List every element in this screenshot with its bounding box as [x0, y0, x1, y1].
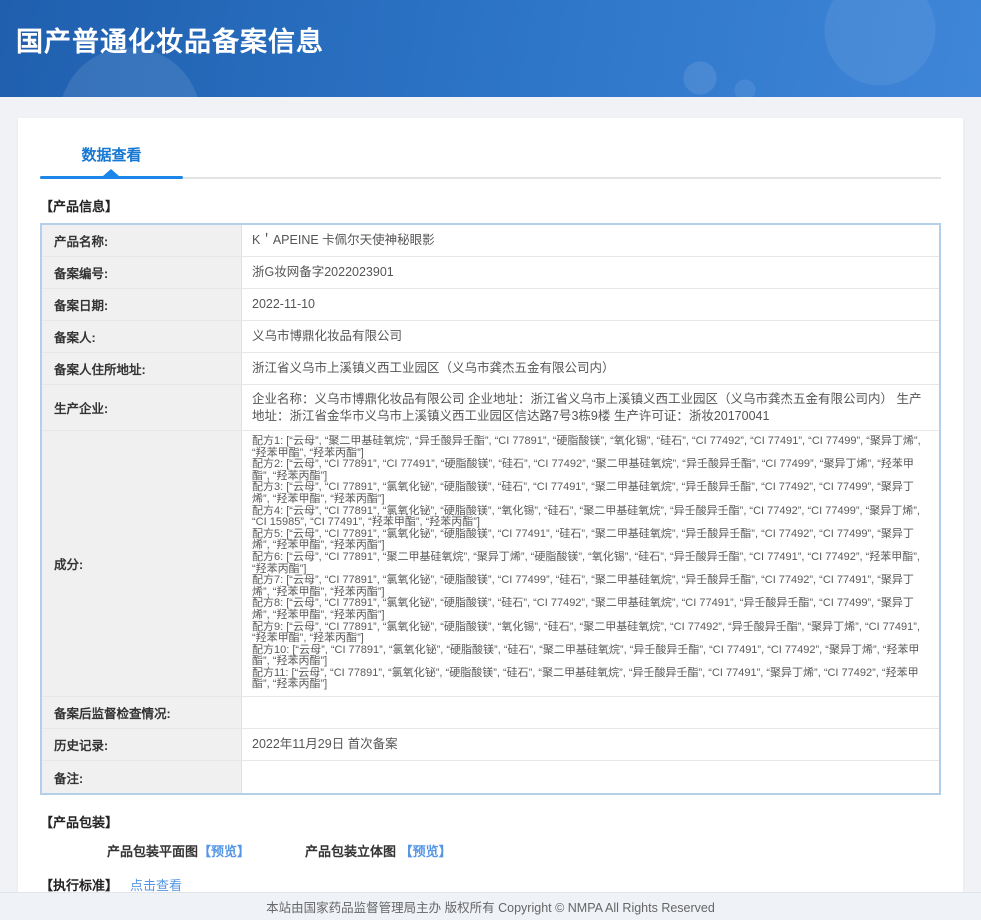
standard-view-link[interactable]: 点击查看: [130, 878, 182, 892]
row-value: 浙G妆网备字2022023901: [242, 257, 939, 288]
standard-section: 【执行标准】点击查看: [40, 875, 941, 892]
row-value: [242, 697, 939, 728]
packaging-plan-label: 产品包装平面图: [107, 844, 198, 859]
formula-line: 配方7: [“云母”, “CI 77891”, “氯氧化铋”, “硬脂酸镁”, …: [252, 575, 929, 598]
page-title: 国产普通化妆品备案信息: [0, 0, 981, 59]
page-header-banner: 国产普通化妆品备案信息: [0, 0, 981, 97]
product-info-table: 产品名称: K＇APEINE 卡佩尔天使神秘眼影 备案编号: 浙G妆网备字202…: [40, 223, 941, 795]
row-label: 备案日期:: [42, 289, 242, 320]
section-title-packaging: 【产品包装】: [40, 812, 941, 831]
table-row-supervision: 备案后监督检查情况:: [42, 697, 939, 729]
table-row-product-name: 产品名称: K＇APEINE 卡佩尔天使神秘眼影: [42, 225, 939, 257]
footer-copyright-text: 本站由国家药品监督管理局主办 版权所有 Copyright © NMPA All…: [266, 897, 715, 916]
formula-line: 配方9: [“云母”, “CI 77891”, “氯氧化铋”, “硬脂酸镁”, …: [252, 622, 929, 645]
section-title-standard: 【执行标准】: [40, 878, 118, 892]
tab-caret-icon: [103, 169, 119, 176]
formula-line: 配方1: [“云母”, “聚二甲基硅氧烷”, “异壬酸异壬酯”, “CI 778…: [252, 436, 929, 459]
row-label: 产品名称:: [42, 225, 242, 256]
table-row-manufacturer: 生产企业: 企业名称：义乌市博鼎化妆品有限公司 企业地址：浙江省义乌市上溪镇义西…: [42, 385, 939, 431]
content-card: 数据查看 【产品信息】 产品名称: K＇APEINE 卡佩尔天使神秘眼影 备案编…: [18, 118, 963, 892]
packaging-plan-preview-link[interactable]: 【预览】: [198, 844, 250, 859]
page-footer: 本站由国家药品监督管理局主办 版权所有 Copyright © NMPA All…: [0, 892, 981, 920]
tab-underline-track: [40, 177, 941, 179]
formula-line: 配方2: [“云母”, “CI 77891”, “CI 77491”, “硬脂酸…: [252, 459, 929, 482]
tab-data-view[interactable]: 数据查看: [40, 144, 183, 165]
row-value: 浙江省义乌市上溪镇义西工业园区（义乌市龚杰五金有限公司内）: [242, 353, 939, 384]
row-label: 历史记录:: [42, 729, 242, 760]
tab-active-underline: [40, 176, 183, 179]
row-value: 2022-11-10: [242, 289, 939, 320]
table-row-record-number: 备案编号: 浙G妆网备字2022023901: [42, 257, 939, 289]
content-area: 数据查看 【产品信息】 产品名称: K＇APEINE 卡佩尔天使神秘眼影 备案编…: [0, 97, 981, 892]
formula-line: 配方6: [“云母”, “CI 77891”, “聚二甲基硅氧烷”, “聚异丁烯…: [252, 552, 929, 575]
row-label: 备案后监督检查情况:: [42, 697, 242, 728]
row-label: 成分:: [42, 431, 242, 696]
table-row-ingredients: 成分: 配方1: [“云母”, “聚二甲基硅氧烷”, “异壬酸异壬酯”, “CI…: [42, 431, 939, 697]
row-value: [242, 761, 939, 793]
table-row-registrant: 备案人: 义乌市博鼎化妆品有限公司: [42, 321, 939, 353]
table-row-record-date: 备案日期: 2022-11-10: [42, 289, 939, 321]
section-title-product-info: 【产品信息】: [40, 196, 941, 215]
formula-line: 配方5: [“云母”, “CI 77891”, “氯氧化铋”, “硬脂酸镁”, …: [252, 529, 929, 552]
row-label: 生产企业:: [42, 385, 242, 430]
packaging-stereo-preview-link[interactable]: 【预览】: [400, 844, 452, 859]
row-label: 备注:: [42, 761, 242, 793]
row-value: K＇APEINE 卡佩尔天使神秘眼影: [242, 225, 939, 256]
row-label: 备案编号:: [42, 257, 242, 288]
formula-line: 配方3: [“云母”, “CI 77891”, “氯氧化铋”, “硬脂酸镁”, …: [252, 482, 929, 505]
ingredients-list: 配方1: [“云母”, “聚二甲基硅氧烷”, “异壬酸异壬酯”, “CI 778…: [242, 431, 939, 696]
row-label: 备案人:: [42, 321, 242, 352]
formula-line: 配方4: [“云母”, “CI 77891”, “氯氧化铋”, “硬脂酸镁”, …: [252, 506, 929, 529]
formula-line: 配方8: [“云母”, “CI 77891”, “氯氧化铋”, “硬脂酸镁”, …: [252, 598, 929, 621]
row-value: 义乌市博鼎化妆品有限公司: [242, 321, 939, 352]
row-value: 企业名称：义乌市博鼎化妆品有限公司 企业地址：浙江省义乌市上溪镇义西工业园区（义…: [242, 385, 939, 430]
table-row-history: 历史记录: 2022年11月29日 首次备案: [42, 729, 939, 761]
table-row-remarks: 备注:: [42, 761, 939, 793]
packaging-row: 产品包装平面图【预览】产品包装立体图 【预览】: [107, 841, 941, 860]
row-value: 2022年11月29日 首次备案: [242, 729, 939, 760]
row-label: 备案人住所地址:: [42, 353, 242, 384]
formula-line: 配方10: [“云母”, “CI 77891”, “氯氧化铋”, “硬脂酸镁”,…: [252, 645, 929, 668]
packaging-stereo-label: 产品包装立体图: [305, 844, 396, 859]
table-row-registrant-address: 备案人住所地址: 浙江省义乌市上溪镇义西工业园区（义乌市龚杰五金有限公司内）: [42, 353, 939, 385]
formula-line: 配方11: [“云母”, “CI 77891”, “氯氧化铋”, “硬脂酸镁”,…: [252, 668, 929, 691]
